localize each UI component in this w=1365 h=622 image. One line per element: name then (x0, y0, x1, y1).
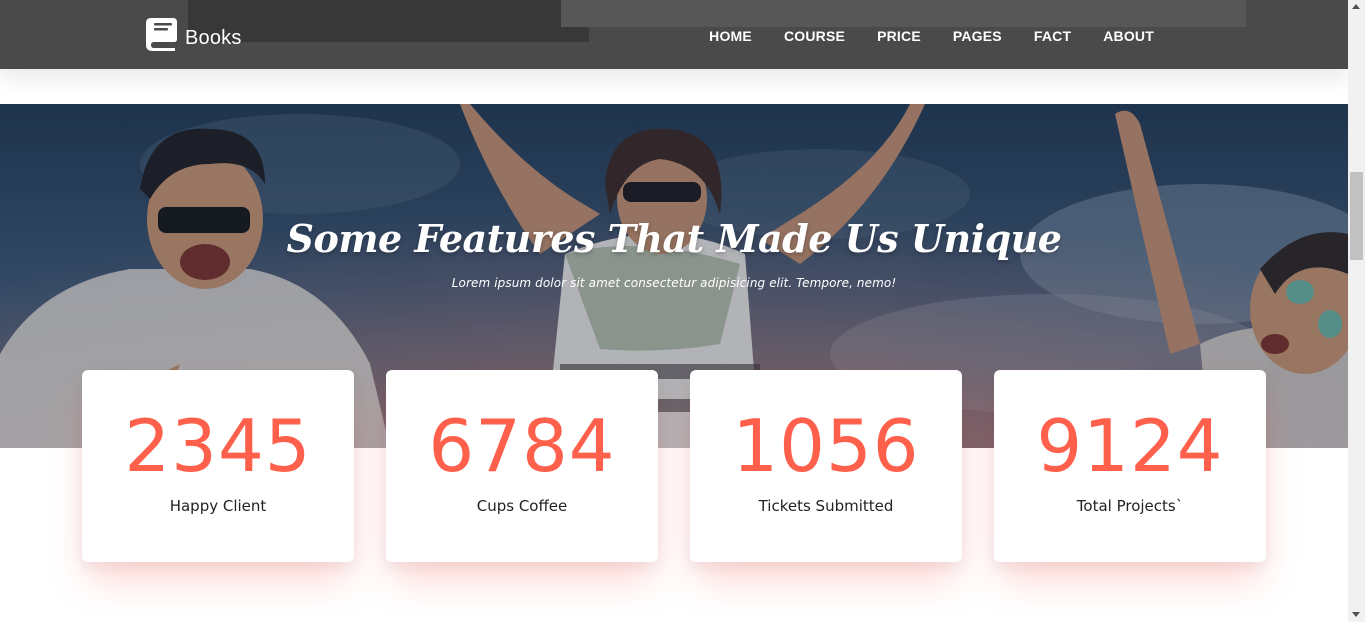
navbar: Books HOME COURSE PRICE PAGES FACT ABOUT (0, 0, 1348, 69)
stat-card-happy-client: 2345 Happy Client (82, 370, 354, 562)
stat-label: Total Projects` (1076, 497, 1184, 515)
page-scrollbar[interactable] (1348, 0, 1365, 622)
stat-card-total-projects: 9124 Total Projects` (994, 370, 1266, 562)
nav-link-home[interactable]: HOME (709, 28, 752, 44)
nav-link-fact[interactable]: FACT (1034, 28, 1071, 44)
stat-label: Tickets Submitted (758, 497, 894, 515)
nav-menu: HOME COURSE PRICE PAGES FACT ABOUT (677, 26, 1154, 45)
stat-value: 2345 (124, 404, 312, 488)
stat-card-tickets-submitted: 1056 Tickets Submitted (690, 370, 962, 562)
stat-value: 6784 (428, 404, 616, 488)
stat-value: 1056 (732, 404, 920, 488)
stat-label: Cups Coffee (476, 497, 568, 515)
nav-link-price[interactable]: PRICE (877, 28, 921, 44)
navbar-overlay-light (561, 0, 1246, 27)
stat-card-cups-coffee: 6784 Cups Coffee (386, 370, 658, 562)
book-icon (146, 18, 177, 51)
scroll-up-arrow-icon[interactable] (1352, 4, 1360, 9)
brand-logo-link[interactable]: Books (142, 15, 242, 53)
section-subtitle: Lorem ipsum dolor sit amet consectetur a… (451, 276, 897, 290)
scroll-down-arrow-icon[interactable] (1352, 612, 1360, 617)
scrollbar-thumb[interactable] (1350, 172, 1363, 260)
brand-name: Books (185, 27, 242, 49)
section-title: Some Features That Made Us Unique (286, 216, 1062, 261)
nav-link-course[interactable]: COURSE (784, 28, 845, 44)
navbar-overlay-dark (188, 0, 589, 42)
stat-label: Happy Client (169, 497, 267, 515)
stat-value: 9124 (1036, 404, 1224, 488)
nav-link-about[interactable]: ABOUT (1103, 28, 1154, 44)
nav-link-pages[interactable]: PAGES (953, 28, 1002, 44)
